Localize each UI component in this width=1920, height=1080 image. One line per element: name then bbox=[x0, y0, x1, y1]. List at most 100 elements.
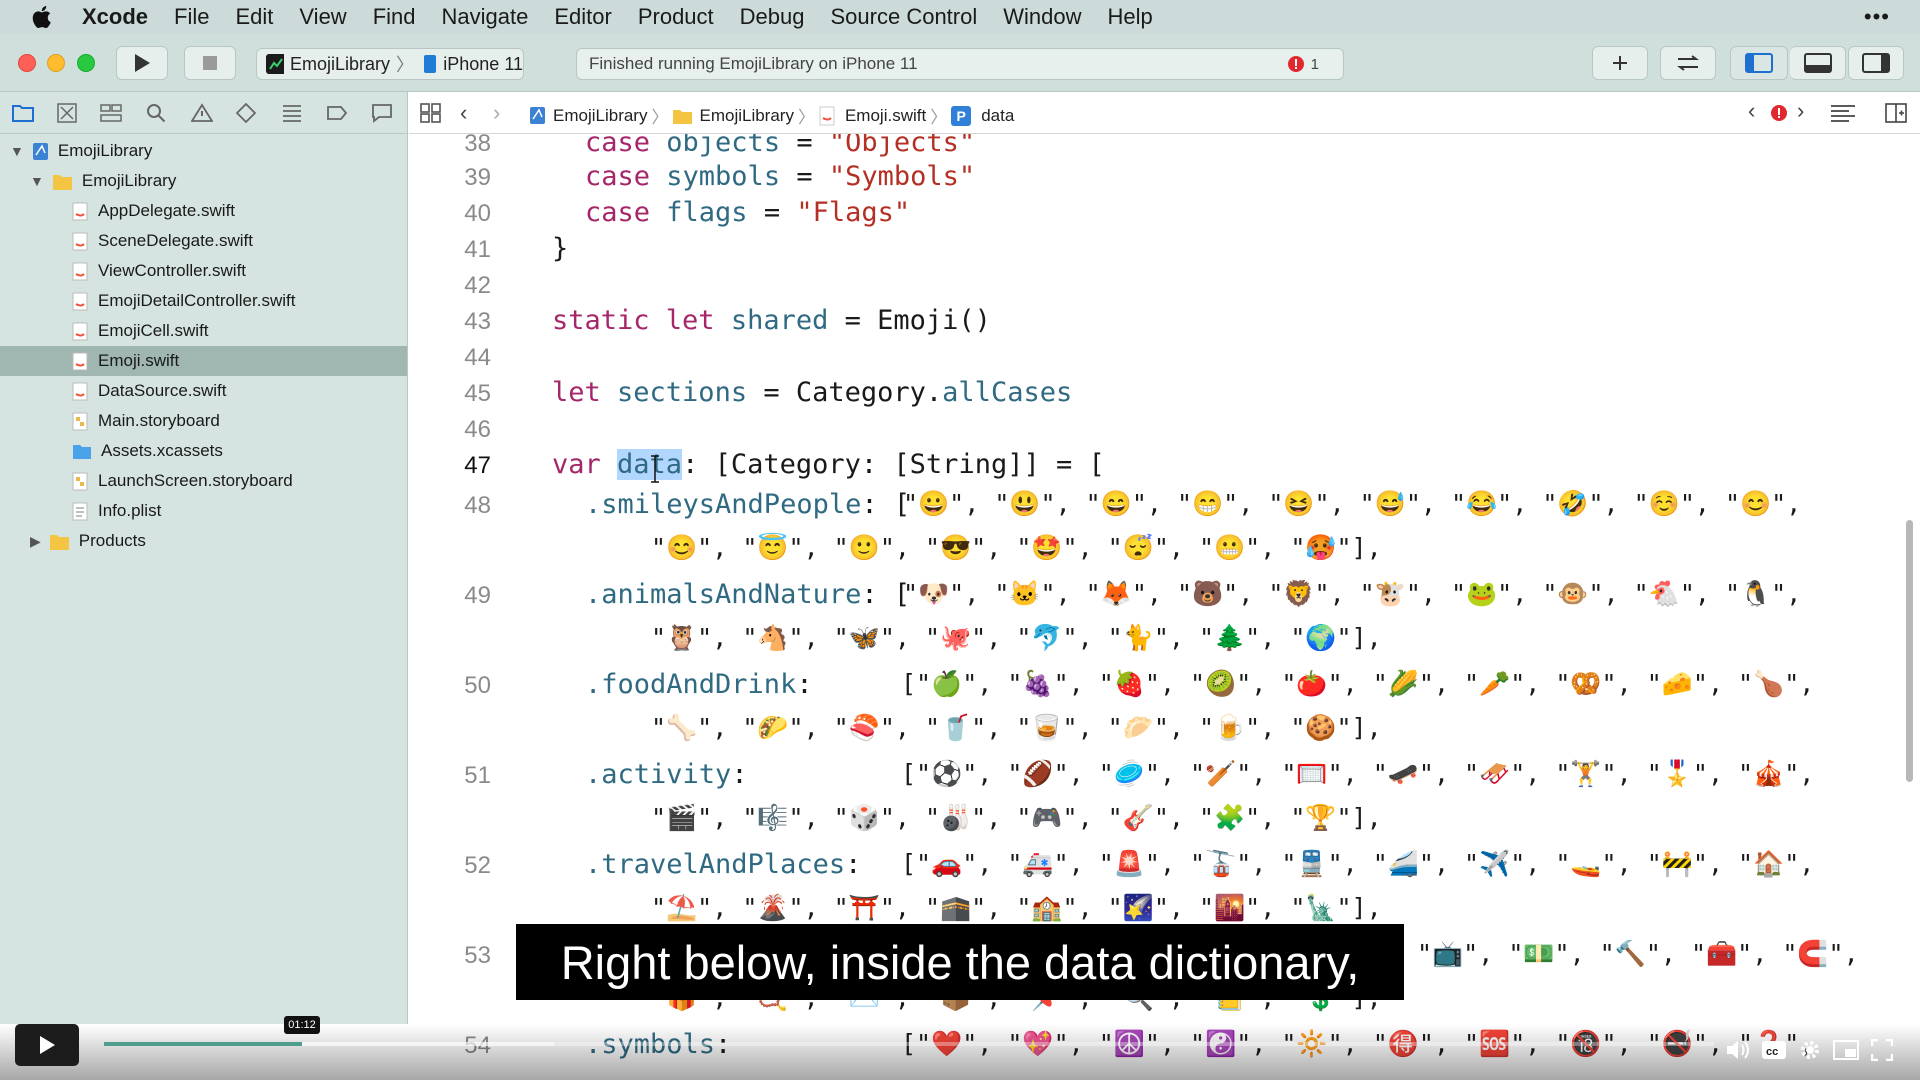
editor-options-icon[interactable] bbox=[1830, 104, 1856, 124]
line-number: 42 bbox=[464, 272, 491, 299]
iphone-icon bbox=[424, 55, 437, 73]
apple-icon[interactable] bbox=[30, 4, 56, 30]
issue-indicator[interactable]: 1 bbox=[1287, 55, 1319, 73]
menu-debug[interactable]: Debug bbox=[740, 4, 805, 30]
back-icon[interactable]: ‹ bbox=[460, 100, 467, 126]
punctuation: : [ bbox=[682, 449, 731, 480]
source-control-tab-icon[interactable] bbox=[57, 103, 77, 123]
breadcrumb-project[interactable]: EmojiLibrary bbox=[553, 106, 647, 126]
menu-source-control[interactable]: Source Control bbox=[831, 4, 978, 30]
run-button[interactable] bbox=[116, 46, 168, 80]
close-window-button[interactable] bbox=[18, 54, 36, 72]
split-editor-icon[interactable] bbox=[1885, 103, 1907, 123]
file-row[interactable]: EmojiDetailController.swift bbox=[0, 286, 407, 316]
forward-icon[interactable]: › bbox=[493, 100, 500, 126]
file-name: AppDelegate.swift bbox=[98, 201, 236, 220]
report-tab-icon[interactable] bbox=[371, 103, 393, 123]
menu-help[interactable]: Help bbox=[1108, 4, 1153, 30]
property-icon: P bbox=[951, 105, 972, 126]
library-button[interactable] bbox=[1592, 46, 1648, 80]
case-name: symbols bbox=[666, 161, 781, 192]
products-row[interactable]: ▶ Products bbox=[0, 526, 407, 556]
code-review-button[interactable] bbox=[1660, 46, 1716, 80]
previous-issue-icon[interactable]: ‹ bbox=[1748, 98, 1755, 124]
volume-icon[interactable] bbox=[1724, 1036, 1752, 1064]
swift-file-icon bbox=[72, 202, 88, 220]
file-row[interactable]: Assets.xcassets bbox=[0, 436, 407, 466]
toggle-debug-area-button[interactable] bbox=[1790, 46, 1846, 80]
file-row[interactable]: Info.plist bbox=[0, 496, 407, 526]
issue-tab-icon[interactable] bbox=[191, 103, 213, 123]
settings-gear-icon[interactable] bbox=[1796, 1036, 1824, 1064]
menu-app-name[interactable]: Xcode bbox=[82, 4, 148, 30]
group-row[interactable]: ▼ EmojiLibrary bbox=[0, 166, 407, 196]
search-tab-icon[interactable] bbox=[146, 103, 166, 123]
disclosure-right-icon[interactable]: ▶ bbox=[30, 533, 41, 550]
products-label: Products bbox=[78, 531, 146, 550]
error-icon[interactable] bbox=[1770, 104, 1788, 122]
file-row[interactable]: DataSource.swift bbox=[0, 376, 407, 406]
video-play-button[interactable] bbox=[15, 1024, 79, 1066]
symbol-tab-icon[interactable] bbox=[100, 103, 122, 123]
menu-file[interactable]: File bbox=[174, 4, 209, 30]
window-toolbar: EmojiLibrary 〉 iPhone 11 Finished runnin… bbox=[0, 34, 1920, 92]
scheme-selector[interactable]: EmojiLibrary 〉 iPhone 11 bbox=[256, 48, 524, 80]
toggle-inspector-button[interactable] bbox=[1848, 46, 1904, 80]
play-icon bbox=[135, 54, 150, 72]
menu-product[interactable]: Product bbox=[638, 4, 714, 30]
fullscreen-icon[interactable] bbox=[1868, 1036, 1896, 1064]
disclosure-down-icon[interactable]: ▼ bbox=[10, 143, 24, 159]
folder-tab-icon[interactable] bbox=[12, 103, 34, 123]
disclosure-down-icon[interactable]: ▼ bbox=[30, 173, 44, 189]
stop-button[interactable] bbox=[184, 46, 236, 80]
file-row[interactable]: EmojiCell.swift bbox=[0, 316, 407, 346]
file-row[interactable]: LaunchScreen.storyboard bbox=[0, 466, 407, 496]
code-line-47: var data: [Category: [String]] = [ bbox=[552, 449, 1105, 480]
file-row[interactable]: Main.storyboard bbox=[0, 406, 407, 436]
emoji-array-row: "😊", "😇", "🙂", "😎", "🤩", "😴", "😬", "🥵"], bbox=[651, 533, 1382, 562]
test-tab-icon[interactable] bbox=[236, 103, 256, 123]
breadcrumb-file[interactable]: Emoji.swift bbox=[845, 106, 926, 126]
picture-in-picture-icon[interactable] bbox=[1832, 1036, 1860, 1064]
menu-navigate[interactable]: Navigate bbox=[442, 4, 529, 30]
editor-scrollbar[interactable] bbox=[1906, 520, 1913, 782]
breadcrumb-group[interactable]: EmojiLibrary bbox=[699, 106, 793, 126]
menu-find[interactable]: Find bbox=[373, 4, 416, 30]
breadcrumb-symbol[interactable]: data bbox=[981, 106, 1014, 126]
next-issue-icon[interactable]: › bbox=[1797, 98, 1804, 124]
line-number: 46 bbox=[464, 416, 491, 443]
emoji-array-row: "🦉", "🐴", "🦋", "🐙", "🐬", "🐈", "🌲", "🌍"], bbox=[651, 623, 1382, 652]
breakpoint-tab-icon[interactable] bbox=[326, 103, 348, 123]
plus-icon bbox=[1613, 56, 1627, 70]
file-row[interactable]: Emoji.swift bbox=[0, 346, 407, 376]
swift-file-icon bbox=[72, 262, 88, 280]
file-name: SceneDelegate.swift bbox=[98, 231, 253, 250]
menu-editor[interactable]: Editor bbox=[554, 4, 611, 30]
video-progress-bar[interactable] bbox=[104, 1042, 1714, 1046]
file-row[interactable]: AppDelegate.swift bbox=[0, 196, 407, 226]
line-number-current: 47 bbox=[464, 452, 491, 479]
toggle-navigator-button[interactable] bbox=[1730, 46, 1788, 80]
operator: = bbox=[828, 305, 878, 336]
menu-window[interactable]: Window bbox=[1003, 4, 1081, 30]
zoom-window-button[interactable] bbox=[77, 54, 95, 72]
debug-tab-icon[interactable] bbox=[281, 103, 303, 123]
xcode-project-icon bbox=[530, 106, 545, 124]
closed-captions-icon[interactable]: cc bbox=[1760, 1036, 1788, 1064]
menu-view[interactable]: View bbox=[299, 4, 346, 30]
member-name: allCases bbox=[942, 377, 1073, 408]
folder-icon bbox=[52, 174, 72, 190]
menu-edit[interactable]: Edit bbox=[235, 4, 273, 30]
asset-catalog-icon bbox=[73, 444, 91, 459]
svg-text:cc: cc bbox=[1766, 1046, 1778, 1058]
grid-icon[interactable] bbox=[420, 103, 442, 123]
file-name: Info.plist bbox=[98, 501, 162, 520]
minimize-window-button[interactable] bbox=[47, 54, 65, 72]
more-icon[interactable]: ••• bbox=[1864, 4, 1890, 30]
line-number: 50 bbox=[464, 672, 491, 699]
file-name: ViewController.swift bbox=[98, 261, 247, 280]
project-row[interactable]: ▼ EmojiLibrary bbox=[0, 136, 407, 166]
file-row[interactable]: ViewController.swift bbox=[0, 256, 407, 286]
file-row[interactable]: SceneDelegate.swift bbox=[0, 226, 407, 256]
chevron-right-icon: 〉 bbox=[930, 108, 948, 127]
